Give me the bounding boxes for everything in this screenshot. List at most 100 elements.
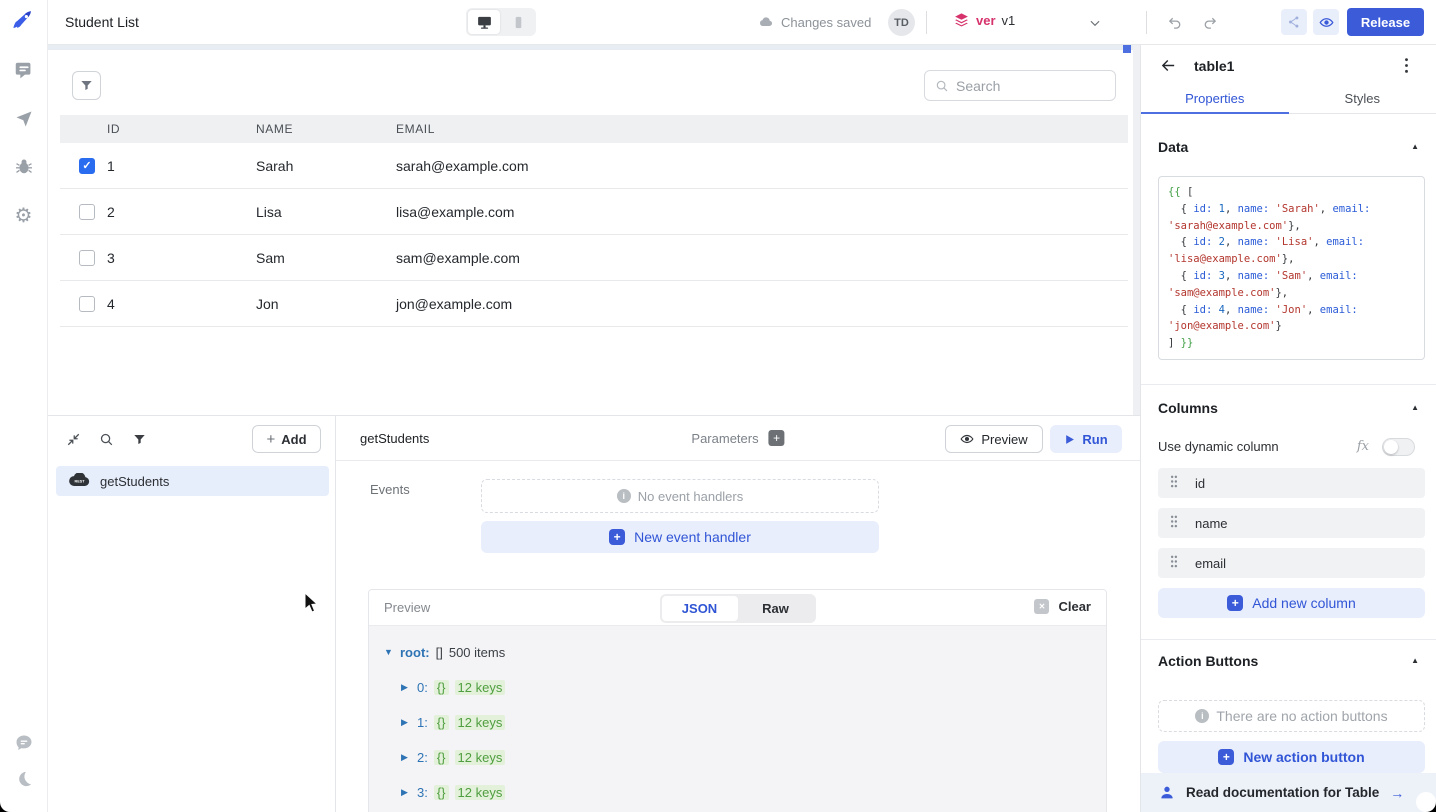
row-checkbox[interactable] (79, 250, 95, 266)
table-widget: IDNAMEEMAIL 1Sarahsarah@example.com2Lisa… (60, 115, 1128, 327)
divider (926, 11, 927, 34)
add-new-column-label: Add new column (1252, 595, 1356, 611)
checkbox-cell (60, 296, 107, 312)
tree-root-row[interactable]: ▼ root: [] 500 items (384, 644, 1106, 660)
read-documentation-link[interactable]: Read documentation for Table → (1141, 773, 1436, 812)
tree-item-count: 12 keys (455, 750, 506, 765)
desktop-mode-button[interactable] (468, 10, 500, 34)
tree-item[interactable]: ▶2:{}12 keys (401, 749, 1106, 765)
eye-icon (960, 432, 974, 446)
row-checkbox[interactable] (79, 204, 95, 220)
column-item[interactable]: email (1158, 548, 1425, 578)
dark-mode-icon[interactable] (13, 768, 35, 790)
filter-queries-icon[interactable] (130, 430, 148, 448)
mobile-mode-button[interactable] (502, 10, 534, 34)
cell-name: Jon (256, 296, 396, 312)
table-row[interactable]: 3Samsam@example.com (60, 235, 1128, 281)
back-arrow-icon[interactable] (1160, 57, 1177, 74)
search-icon (935, 79, 949, 93)
tree-item[interactable]: ▶0:{}12 keys (401, 679, 1106, 695)
collapse-data-icon[interactable]: ▲ (1411, 142, 1419, 151)
table-row[interactable]: 2Lisalisa@example.com (60, 189, 1128, 235)
tab-styles[interactable]: Styles (1289, 85, 1436, 113)
clear-label: Clear (1058, 599, 1091, 614)
rest-api-icon: REST (69, 473, 90, 490)
clear-icon (1034, 599, 1049, 614)
more-options-icon[interactable] (1404, 57, 1409, 74)
active-tab-underline (1141, 112, 1289, 114)
docs-icon[interactable] (13, 60, 35, 82)
response-panel: Preview JSON Raw Clear ▼ root: [] 500 it… (368, 589, 1107, 812)
tree-items: ▶0:{}12 keys ▶1:{}12 keys ▶2:{}12 keys ▶3:{… (384, 679, 1106, 800)
tab-raw[interactable]: Raw (738, 596, 814, 621)
add-parameter-icon[interactable] (769, 430, 785, 446)
widget-name[interactable]: table1 (1194, 58, 1234, 74)
preview-query-button[interactable]: Preview (945, 425, 1043, 453)
svg-text:REST: REST (74, 479, 85, 483)
tree-item-type: {} (434, 785, 449, 800)
cell-email: sam@example.com (396, 250, 1128, 266)
new-action-button[interactable]: New action button (1158, 741, 1425, 773)
table-row[interactable]: 1Sarahsarah@example.com (60, 143, 1128, 189)
query-list-item[interactable]: REST getStudents (56, 466, 329, 496)
dynamic-column-toggle[interactable] (1382, 438, 1415, 456)
table-data-code-editor[interactable]: {{ [ { id: 1, name: 'Sarah', email:'sara… (1158, 176, 1425, 360)
tree-item[interactable]: ▶1:{}12 keys (401, 714, 1106, 730)
cell-id: 3 (107, 250, 256, 266)
add-new-column-button[interactable]: Add new column (1158, 588, 1425, 618)
drag-handle-icon[interactable] (1170, 555, 1178, 571)
window-corner (0, 802, 10, 812)
new-action-button-label: New action button (1243, 749, 1364, 765)
code-line: 'sarah@example.com'}, (1168, 218, 1415, 235)
rocket-logo[interactable] (13, 10, 35, 32)
row-checkbox[interactable] (79, 296, 95, 312)
collapse-columns-icon[interactable]: ▲ (1411, 403, 1419, 412)
collapse-action-buttons-icon[interactable]: ▲ (1411, 656, 1419, 665)
resize-handle[interactable] (1123, 45, 1131, 53)
table-row[interactable]: 4Jonjon@example.com (60, 281, 1128, 327)
column-item[interactable]: id (1158, 468, 1425, 498)
checkbox-cell (60, 250, 107, 266)
events-empty-text: No event handlers (638, 489, 744, 504)
fx-icon[interactable]: fx (1357, 439, 1369, 454)
chat-icon[interactable] (13, 732, 35, 754)
redo-button[interactable] (1196, 9, 1222, 35)
release-button[interactable]: Release (1347, 8, 1424, 36)
drag-handle-icon[interactable] (1170, 475, 1178, 491)
drag-handle-icon[interactable] (1170, 515, 1178, 531)
version-selector[interactable]: ver v1 (953, 12, 1015, 29)
chevron-down-icon[interactable] (1088, 16, 1102, 30)
tree-item[interactable]: ▶3:{}12 keys (401, 784, 1106, 800)
collapse-panel-icon[interactable] (64, 430, 82, 448)
column-item[interactable]: name (1158, 508, 1425, 538)
canvas-top-edge (48, 45, 1133, 50)
top-bar: Student List Changes saved TD ver v1 (48, 0, 1436, 45)
add-query-button[interactable]: + Add (252, 425, 321, 453)
query-item-label: getStudents (100, 474, 169, 489)
table-filter-button[interactable] (72, 71, 101, 100)
undo-button[interactable] (1162, 9, 1188, 35)
property-tabs: Properties Styles (1141, 85, 1436, 114)
pointer-icon[interactable] (13, 108, 35, 130)
search-queries-icon[interactable] (97, 430, 115, 448)
version-layers-icon (953, 12, 970, 29)
share-button[interactable] (1281, 9, 1307, 35)
code-line: {{ [ (1168, 184, 1415, 201)
tab-properties[interactable]: Properties (1141, 85, 1289, 113)
table-search-input[interactable] (956, 78, 1086, 94)
avatar[interactable]: TD (888, 9, 915, 36)
app-root: ⚙ Student List Changes saved TD ver (0, 0, 1436, 812)
tree-item-count: 12 keys (455, 680, 506, 695)
read-documentation-label: Read documentation for Table (1186, 785, 1379, 800)
preview-app-button[interactable] (1313, 9, 1339, 35)
parameters-control[interactable]: Parameters (691, 430, 784, 446)
clear-response-button[interactable]: Clear (1034, 599, 1091, 614)
row-checkbox[interactable] (79, 158, 95, 174)
play-icon (1064, 434, 1075, 445)
tree-item-count: 12 keys (455, 715, 506, 730)
tab-json[interactable]: JSON (662, 596, 738, 621)
bug-icon[interactable] (13, 156, 35, 178)
settings-icon[interactable]: ⚙ (13, 204, 35, 226)
run-query-button[interactable]: Run (1050, 425, 1122, 453)
new-event-handler-button[interactable]: New event handler (481, 521, 879, 553)
